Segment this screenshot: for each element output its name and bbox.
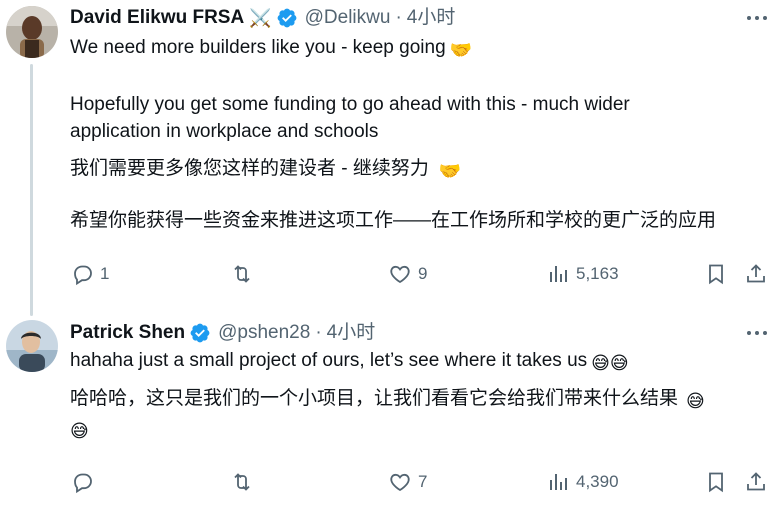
reply-icon [74, 265, 92, 286]
tweet-text: hahaha just a small project of ours, let… [70, 347, 770, 445]
share-button[interactable] [744, 260, 768, 288]
action-bar: 7 4,390 [70, 468, 770, 496]
tweet-patrick[interactable]: Patrick Shen @pshen28 · 4小时 hahaha just … [0, 312, 782, 508]
text-line: hahaha just a small project of ours, let… [70, 350, 588, 371]
sweat-smile-emoji: 😅😅 [591, 353, 629, 373]
views-icon [550, 474, 567, 490]
reply-button[interactable]: 1 [70, 260, 109, 288]
author-name[interactable]: Patrick Shen [70, 321, 185, 345]
retweet-button[interactable] [230, 260, 260, 288]
share-icon [747, 472, 765, 491]
bookmark-icon [709, 264, 723, 285]
heart-icon [390, 473, 410, 492]
reply-icon [74, 473, 92, 494]
bookmark-button[interactable] [704, 468, 728, 496]
avatar-patrick[interactable] [6, 320, 58, 372]
tweet-header: David Elikwu FRSA ⚔️ @Delikwu · 4小时 [70, 6, 455, 30]
share-icon [747, 264, 765, 283]
bookmark-icon [709, 472, 723, 493]
separator-dot: · [315, 322, 322, 343]
text-line: 我们需要更多像您这样的建设者 - 继续努力 [70, 158, 429, 179]
like-button[interactable]: 9 [388, 260, 427, 288]
retweet-button[interactable] [230, 468, 260, 496]
text-line: 哈哈哈，这只是我们的一个小项目，让我们看看它会给我们带来什么结果 [70, 388, 679, 409]
tweet-david[interactable]: David Elikwu FRSA ⚔️ @Delikwu · 4小时 We n… [0, 0, 782, 316]
verified-badge-icon [190, 323, 210, 343]
timestamp[interactable]: 4小时 [407, 6, 456, 30]
views-count: 4,390 [576, 472, 619, 491]
retweet-icon [234, 265, 250, 283]
more-icon[interactable] [746, 14, 768, 22]
views-button[interactable]: 5,163 [546, 260, 619, 288]
text-line: application in workplace and schools [70, 121, 379, 142]
tweet-header: Patrick Shen @pshen28 · 4小时 [70, 321, 375, 345]
sweat-smile-emoji: 😅 [70, 421, 89, 441]
retweet-icon [234, 473, 250, 491]
handshake-emoji: 🤝 [449, 40, 473, 60]
like-button[interactable]: 7 [388, 468, 427, 496]
text-line: We need more builders like you - keep go… [70, 37, 446, 58]
views-count: 5,163 [576, 264, 619, 283]
share-button[interactable] [744, 468, 768, 496]
like-count: 9 [418, 264, 428, 283]
author-name[interactable]: David Elikwu FRSA [70, 6, 244, 30]
timestamp[interactable]: 4小时 [327, 321, 376, 345]
like-count: 7 [418, 472, 428, 491]
more-icon[interactable] [746, 329, 768, 337]
avatar-david[interactable] [6, 6, 58, 58]
author-handle[interactable]: @pshen28 [218, 321, 310, 345]
heart-icon [390, 265, 410, 284]
author-handle[interactable]: @Delikwu [305, 6, 391, 30]
text-line: 希望你能获得一些资金来推进这项工作——在工作场所和学校的更广泛的应用 [70, 210, 717, 231]
sweat-smile-emoji: 😅 [686, 391, 705, 411]
separator-dot: · [395, 7, 402, 28]
reply-button[interactable] [70, 468, 100, 496]
text-line: Hopefully you get some funding to go ahe… [70, 94, 630, 115]
tweet-text: We need more builders like you - keep go… [70, 34, 770, 234]
reply-count: 1 [100, 264, 110, 283]
views-icon [550, 266, 567, 282]
handshake-emoji: 🤝 [438, 161, 462, 181]
crossed-swords-emoji: ⚔️ [249, 8, 272, 28]
action-bar: 1 9 5,163 [70, 260, 770, 288]
thread-line [30, 64, 33, 316]
views-button[interactable]: 4,390 [546, 468, 619, 496]
verified-badge-icon [277, 8, 297, 28]
bookmark-button[interactable] [704, 260, 728, 288]
